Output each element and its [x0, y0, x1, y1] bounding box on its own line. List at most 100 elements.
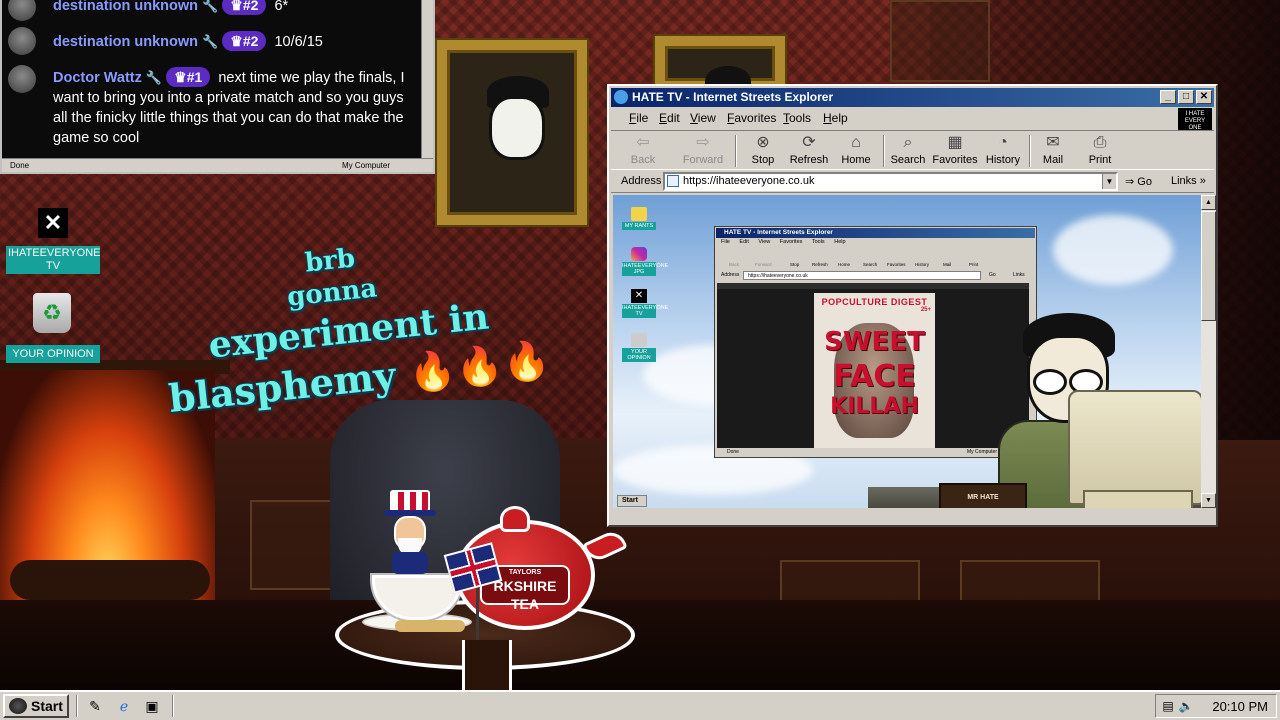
forward-arrow-icon: ⇨ — [696, 134, 710, 151]
chat-message: destination unknown 🔧 ♛#2 10/6/15 — [8, 27, 418, 55]
forward-button[interactable]: Forward — [755, 262, 772, 267]
portrait-face — [489, 96, 545, 160]
wall-panel — [890, 0, 990, 82]
volume-icon[interactable]: 🔈 — [1178, 698, 1194, 714]
desktop-icon[interactable]: ✕ IHATEEVERYONE TV — [622, 289, 668, 318]
status-bar: Done My Computer — [727, 449, 998, 455]
magazine-title-line: SWEET — [824, 327, 925, 357]
go-button[interactable]: Go — [989, 272, 996, 278]
maximize-button[interactable]: □ — [1178, 90, 1194, 104]
minimize-button[interactable]: _ — [1160, 90, 1176, 104]
menu-edit[interactable]: Edit — [739, 239, 748, 245]
links-button[interactable]: Links — [1013, 272, 1025, 278]
inner-start-button[interactable]: Start — [617, 495, 647, 507]
desktop-icon[interactable]: YOUR OPINION — [622, 333, 656, 362]
window-titlebar[interactable]: HATE TV - Internet Streets Explorer _ □ … — [611, 88, 1214, 107]
x-icon[interactable]: ✕ — [38, 208, 68, 238]
magazine-cover[interactable]: POPCULTURE DIGEST 25+ SWEET FACE KILLAH — [814, 293, 935, 448]
chat-username[interactable]: Doctor Wattz — [53, 70, 142, 86]
mail-button[interactable]: ✉ Mail — [1029, 133, 1077, 169]
chat-username[interactable]: destination unknown — [53, 34, 198, 50]
refresh-button[interactable]: ⟳ Refresh — [785, 133, 833, 169]
links-button[interactable]: Links » — [1171, 175, 1206, 187]
home-button[interactable]: Home — [838, 262, 850, 267]
chat-message-list: destination unknown 🔧 ♛#2 6* destination… — [2, 0, 424, 158]
forward-button[interactable]: ⇨ Forward — [679, 133, 727, 169]
menu-bar: File Edit View Favorites Tools Help — [611, 108, 1214, 128]
menu-view[interactable]: View — [690, 111, 716, 125]
home-button[interactable]: ⌂ Home — [832, 133, 880, 169]
back-button[interactable]: ⇦ Back — [619, 133, 667, 169]
vertical-scrollbar[interactable]: ▲ ▼ — [1201, 195, 1216, 508]
magazine-title-line: KILLAH — [830, 394, 919, 419]
menu-tools[interactable]: Tools — [812, 239, 825, 245]
stop-button[interactable]: Stop — [790, 262, 799, 267]
stop-icon: ⊗ — [756, 134, 770, 151]
address-label: Address — [721, 272, 740, 278]
history-button[interactable]: History — [915, 262, 929, 267]
address-value: https://ihateeveryone.co.uk — [683, 175, 815, 187]
address-input[interactable]: https://ihateeveryone.co.uk ▼ — [663, 172, 1118, 191]
rank-badge: ♛#1 — [166, 67, 211, 87]
menu-view[interactable]: View — [758, 239, 770, 245]
print-button[interactable]: Print — [969, 262, 978, 267]
refresh-button[interactable]: Refresh — [812, 262, 828, 267]
close-button[interactable]: ✕ — [1196, 90, 1212, 104]
portrait-frame-left — [437, 40, 587, 225]
favorites-button[interactable]: ▦ Favorites — [929, 133, 981, 169]
menu-tools[interactable]: Tools — [783, 111, 811, 125]
menu-favorites[interactable]: Favorites — [727, 111, 776, 125]
desktop-icon[interactable]: ▣ — [143, 697, 161, 715]
network-icon[interactable]: ▤ — [1160, 698, 1176, 714]
nested-browser-window: HATE TV - Internet Streets Explorer File… — [714, 226, 1037, 458]
chat-username[interactable]: destination unknown — [53, 0, 198, 14]
history-button[interactable]: ◔ History — [979, 133, 1027, 169]
search-button[interactable]: Search — [863, 262, 877, 267]
floor — [0, 600, 1280, 690]
favorites-button[interactable]: Favorites — [887, 262, 906, 267]
scroll-down-icon[interactable]: ▼ — [1201, 493, 1216, 508]
desktop-icon-label[interactable]: YOUR OPINION — [6, 345, 100, 363]
address-input[interactable]: https://ihateeveryone.co.uk — [743, 271, 981, 280]
notepad-icon[interactable]: ✎ — [86, 697, 104, 715]
search-button[interactable]: ⌕ Search — [884, 133, 932, 169]
menu-edit[interactable]: Edit — [659, 111, 680, 125]
wrench-icon: 🔧 — [145, 70, 163, 85]
taskbar-divider — [172, 695, 174, 717]
stop-button[interactable]: ⊗ Stop — [739, 133, 787, 169]
menu-file[interactable]: File — [629, 111, 648, 125]
fireplace-logs — [10, 560, 210, 600]
menu-favorites[interactable]: Favorites — [780, 239, 803, 245]
menu-help[interactable]: Help — [823, 111, 848, 125]
print-button[interactable]: ⎙ Print — [1076, 133, 1124, 169]
address-dropdown-icon[interactable]: ▼ — [1102, 174, 1116, 189]
go-button[interactable]: ⇒ Go — [1125, 175, 1152, 188]
chat-scrollbar[interactable] — [421, 0, 433, 158]
mail-button[interactable]: Mail — [943, 262, 951, 267]
chat-message-text: 6* — [274, 0, 289, 14]
flag-pole — [476, 580, 479, 640]
chat-status-bar: Done My Computer — [2, 158, 433, 172]
scroll-thumb[interactable] — [1201, 211, 1216, 321]
start-button[interactable]: Start — [3, 694, 69, 718]
desktop-icon-label[interactable]: IHATEEVERYONE TV — [6, 246, 101, 274]
desktop-icon[interactable]: MY RANTS — [622, 207, 656, 230]
home-icon: ⌂ — [851, 134, 861, 151]
scroll-up-icon[interactable]: ▲ — [1201, 195, 1216, 210]
folder-icon — [631, 207, 647, 221]
instagram-icon — [631, 247, 647, 261]
recycle-bin-icon[interactable]: ♻ — [33, 293, 71, 333]
x-icon: ✕ — [631, 289, 647, 303]
menu-file[interactable]: File — [721, 239, 730, 245]
address-bar: Address https://ihateeveryone.co.uk Go L… — [717, 271, 1034, 281]
teapot-lid — [500, 506, 530, 532]
internet-explorer-icon[interactable]: ℯ — [115, 697, 133, 715]
search-icon: ⌕ — [903, 134, 913, 151]
chat-message: destination unknown 🔧 ♛#2 6* — [8, 0, 418, 21]
clock[interactable]: 20:10 PM — [1212, 699, 1268, 714]
desktop-icon[interactable]: IHATEEVERYONE JPG — [622, 247, 668, 276]
window-titlebar[interactable]: HATE TV - Internet Streets Explorer — [716, 228, 1035, 238]
menu-help[interactable]: Help — [834, 239, 845, 245]
back-button[interactable]: Back — [729, 262, 739, 267]
overlay-line-1: brb — [303, 243, 357, 279]
